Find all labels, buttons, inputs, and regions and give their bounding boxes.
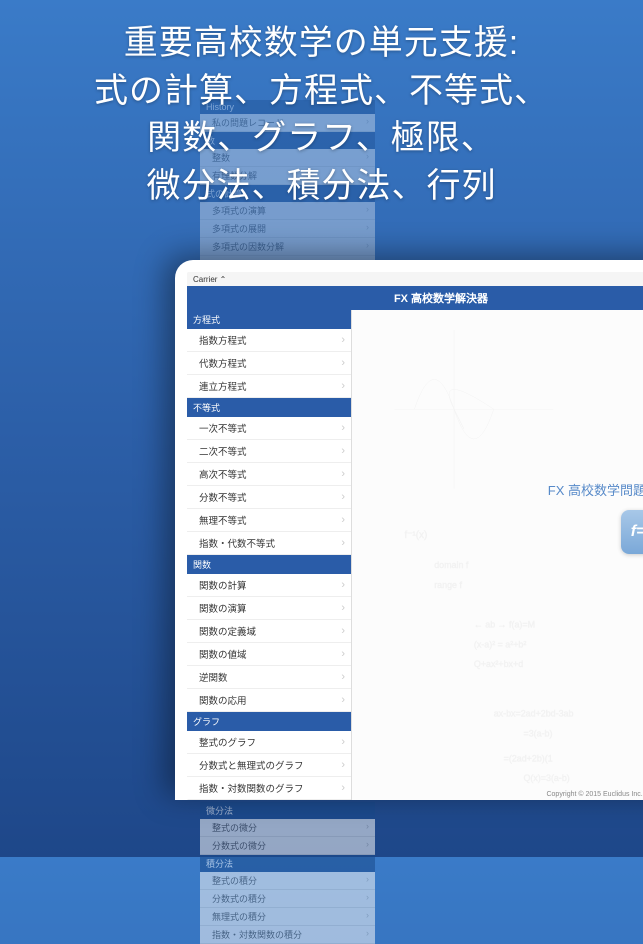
lower-item: 無理式の積分 — [200, 908, 375, 926]
app-header: FX 高校数学解決器 — [187, 286, 643, 310]
sidebar-item[interactable]: 一次不等式 — [187, 417, 351, 440]
sidebar-item[interactable]: 二次不等式 — [187, 440, 351, 463]
svg-text:=(2ad+2b)(1: =(2ad+2b)(1 — [504, 753, 553, 763]
hero-line3: 関数、グラフ、極限、 — [147, 119, 496, 157]
sidebar-item[interactable]: 関数の応用 — [187, 689, 351, 712]
sidebar-item[interactable]: 関数の値域 — [187, 643, 351, 666]
carrier-label: Carrier ⌃ — [193, 275, 226, 284]
copyright-label: Copyright © 2015 Euclidus Inc. All right… — [546, 791, 643, 798]
lower-faded-list: 微分法整式の微分分数式の微分積分法整式の積分分数式の積分無理式の積分指数・対数関… — [200, 802, 375, 944]
faded-item: 多項式の展開 — [200, 220, 375, 238]
sidebar-item[interactable]: 関数の計算 — [187, 574, 351, 597]
sidebar-section-header: 不等式 — [187, 398, 351, 417]
sidebar-section-header: 方程式 — [187, 310, 351, 329]
lower-item: 分数式の微分 — [200, 837, 375, 855]
svg-text:=3(a-b): =3(a-b) — [524, 729, 553, 739]
sidebar-item[interactable]: 関数の定義域 — [187, 620, 351, 643]
math-watermark: f⁻¹(x) domain f range f ← ab → f(a)=M (x… — [352, 310, 643, 800]
sidebar-item[interactable]: 逆関数 — [187, 666, 351, 689]
svg-text:domain f: domain f — [434, 560, 469, 570]
tablet-frame: Carrier ⌃ 8:30 PM FX 高校数学解決器 方程式指数方程式代数方… — [175, 260, 643, 800]
svg-text:Q(x)=3(a-b): Q(x)=3(a-b) — [524, 773, 570, 783]
sidebar-item[interactable]: 分数不等式 — [187, 486, 351, 509]
lower-item: 分数式の積分 — [200, 890, 375, 908]
lower-item: 指数・対数関数の積分 — [200, 926, 375, 944]
sidebar-section-header: 関数 — [187, 555, 351, 574]
sidebar-item[interactable]: 連立方程式 — [187, 375, 351, 398]
sidebar-section-header: グラフ — [187, 712, 351, 731]
faded-item: 多項式の因数分解 — [200, 238, 375, 256]
hero-line1: 重要高校数学の単元支援: — [124, 24, 519, 62]
svg-text:f⁻¹(x): f⁻¹(x) — [404, 530, 427, 541]
hero-line2: 式の計算、方程式、不等式、 — [94, 72, 549, 110]
svg-text:range f: range f — [434, 580, 462, 590]
lower-section-header: 積分法 — [200, 855, 375, 872]
lower-item: 整式の積分 — [200, 872, 375, 890]
tablet-screen: Carrier ⌃ 8:30 PM FX 高校数学解決器 方程式指数方程式代数方… — [187, 272, 643, 800]
app-icon: f=? — [621, 510, 643, 554]
hero-text: 重要高校数学の単元支援: 式の計算、方程式、不等式、 関数、グラフ、極限、 微分… — [0, 0, 643, 220]
content-title: FX 高校数学問題の解決 — [548, 480, 643, 499]
sidebar[interactable]: 方程式指数方程式代数方程式連立方程式不等式一次不等式二次不等式高次不等式分数不等… — [187, 310, 352, 800]
svg-text:(x-a)² = a²+b²: (x-a)² = a²+b² — [474, 639, 526, 649]
svg-text:← ab → f(a)=M: ← ab → f(a)=M — [474, 619, 535, 629]
lower-item: 整式の微分 — [200, 819, 375, 837]
sidebar-item[interactable]: 高次不等式 — [187, 463, 351, 486]
svg-text:ax-bx=2ad+2bd-3ab: ax-bx=2ad+2bd-3ab — [494, 709, 574, 719]
sidebar-item[interactable]: 指数方程式 — [187, 329, 351, 352]
status-bar: Carrier ⌃ 8:30 PM — [187, 272, 643, 286]
sidebar-item[interactable]: 無理不等式 — [187, 509, 351, 532]
sidebar-item[interactable]: 代数方程式 — [187, 352, 351, 375]
sidebar-item[interactable]: 関数の演算 — [187, 597, 351, 620]
hero-line4: 微分法、積分法、行列 — [147, 167, 497, 205]
sidebar-item[interactable]: 分数式と無理式のグラフ — [187, 754, 351, 777]
svg-text:Q+ax²+bx+d: Q+ax²+bx+d — [474, 659, 523, 669]
sidebar-item[interactable]: 指数・代数不等式 — [187, 532, 351, 555]
sidebar-item[interactable]: 整式のグラフ — [187, 731, 351, 754]
lower-section-header: 微分法 — [200, 802, 375, 819]
sidebar-item[interactable]: 指数・対数関数のグラフ — [187, 777, 351, 800]
content-pane: f⁻¹(x) domain f range f ← ab → f(a)=M (x… — [352, 310, 643, 800]
